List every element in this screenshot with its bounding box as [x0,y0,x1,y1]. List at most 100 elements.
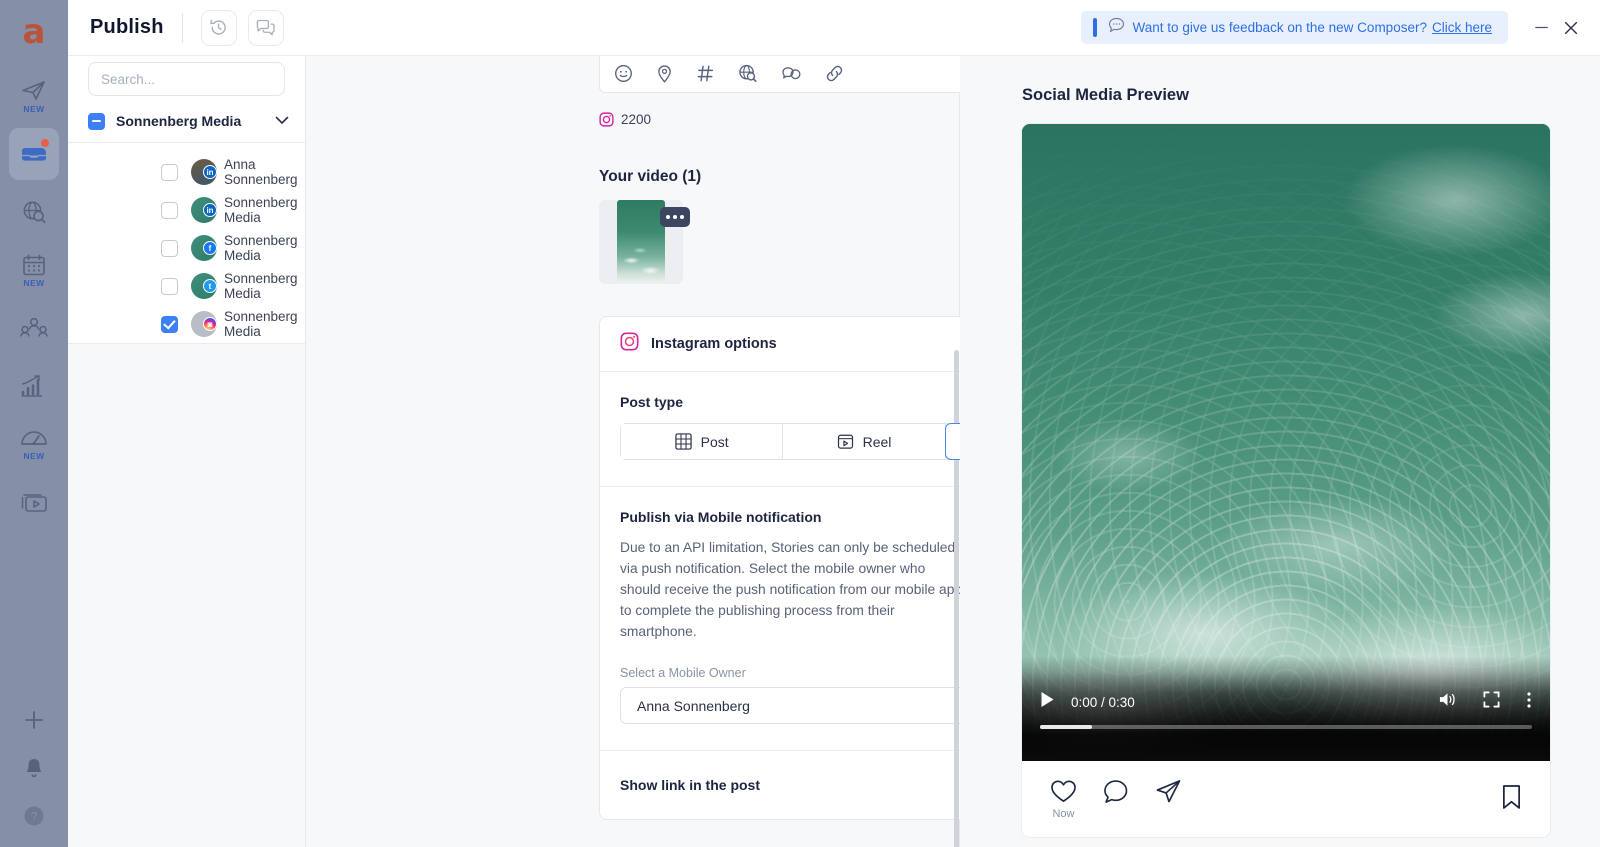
preview-actions-left: Now [1050,779,1182,820]
composer-scrollbar[interactable] [952,114,960,847]
rail-item-publish[interactable]: NEW [9,70,59,122]
list-item[interactable]: in Anna Sonnenberg [68,153,305,191]
comment-icon[interactable] [1103,779,1129,804]
post-type-post[interactable]: Post [621,424,784,459]
rail-badge-new: NEW [23,277,45,288]
svg-text:?: ? [31,810,38,824]
grid-icon [674,433,692,450]
media-library-icon [21,494,47,512]
post-type-section: Post type Post Reel [600,372,960,486]
profile-checkbox[interactable] [161,201,178,219]
profile-name: Anna Sonnenberg [224,157,298,187]
bookmark-icon[interactable] [1501,784,1522,815]
rail-bottom-items: ? [0,703,68,847]
video-thumbnail[interactable] [599,200,690,284]
rail-badge-new: NEW [23,103,45,114]
profile-checkbox[interactable] [161,277,178,295]
feedback-accent-bar [1092,18,1097,37]
close-button[interactable] [1556,13,1586,43]
minimize-icon [1534,26,1548,29]
profiles-search-box[interactable] [88,62,285,96]
video-progress-fill [1040,725,1092,729]
instagram-options-header[interactable]: Instagram options [600,317,960,371]
help-question-icon: ? [24,806,44,826]
profile-name: Sonnenberg Media [224,195,298,225]
list-item[interactable]: in Sonnenberg Media [68,191,305,229]
composer-meta-row: 2200 This is a draft [599,104,960,134]
group-expand-button[interactable] [275,112,289,130]
video-controls: 0:00 / 0:30 [1022,689,1550,715]
profile-group-sonnenberg-media[interactable]: Sonnenberg Media [68,108,305,142]
fullscreen-icon[interactable] [1483,691,1500,713]
social-profiles-sidebar: Social Profiles Sonnenberg Media [68,0,306,847]
video-progress-bar[interactable] [1040,725,1532,729]
inbox-unread-dot [41,139,49,147]
profile-name: Sonnenberg Media [224,233,298,263]
mobile-owner-value: Anna Sonnenberg [637,697,750,714]
rail-item-influencers[interactable] [9,302,59,354]
profile-checkbox[interactable] [161,315,178,333]
profile-checkbox[interactable] [161,163,178,181]
profile-checkbox[interactable] [161,239,178,257]
heart-icon[interactable]: Now [1050,779,1077,820]
search-input[interactable] [101,71,278,87]
linkedin-badge-icon: in [203,165,217,179]
rail-item-listening[interactable] [9,186,59,238]
minimize-button[interactable] [1526,13,1556,43]
volume-icon[interactable] [1438,691,1457,713]
comments-button[interactable] [247,9,284,46]
sidebar-empty-space [68,343,305,847]
globe-search-icon[interactable] [738,64,758,83]
more-options-icon[interactable] [660,207,690,227]
preview-actions-bar: Now [1022,761,1550,837]
location-pin-icon[interactable] [656,64,673,84]
post-type-story[interactable]: Story [944,423,960,460]
toolbar-divider [181,12,183,43]
rail-item-notifications[interactable] [9,751,59,785]
linkedin-badge-icon: in [203,203,217,217]
composer-scroll-area: 2200 This is a draft Your video (1) [306,55,960,847]
post-history-button[interactable] [200,9,237,46]
group-checkbox[interactable] [88,112,105,130]
facebook-badge-icon: f [203,241,217,255]
show-link-label: Show link in the post [620,777,760,793]
rail-item-media-library[interactable] [9,476,59,528]
speech-bubbles-icon[interactable] [781,65,802,82]
publish-composer-app: a NEW NEW NEW ? Search... Sonnenberg Med… [0,0,1600,847]
rail-item-inbox[interactable] [9,128,59,180]
list-item[interactable]: t Sonnenberg Media [68,267,305,305]
rail-item-help[interactable]: ? [9,799,59,833]
twitter-badge-icon: t [203,279,217,293]
rail-items: NEW NEW NEW [0,70,68,534]
preview-timestamp: Now [1052,807,1075,820]
post-type-reel[interactable]: Reel [783,424,946,459]
mobile-owner-label: Select a Mobile Owner [620,666,746,680]
notifications-bell-icon [26,759,42,778]
search-wrapper [68,56,305,108]
feedback-banner[interactable]: Want to give us feedback on the new Comp… [1080,11,1508,44]
play-icon[interactable] [1040,691,1055,713]
rail-item-analytics[interactable] [9,360,59,412]
emoji-smiley-icon[interactable] [614,64,633,83]
show-link-row: Show link in the post [600,751,960,819]
post-type-label: Post type [620,394,684,410]
rail-item-calendar[interactable]: NEW [9,244,59,296]
list-item[interactable]: f Sonnenberg Media [68,229,305,267]
link-chain-icon[interactable] [825,64,844,83]
mobile-owner-select[interactable]: Anna Sonnenberg [620,687,960,724]
feedback-link[interactable]: Click here [1432,20,1492,35]
preview-video[interactable]: 0:00 / 0:30 [1022,124,1550,761]
social-media-preview-panel: Social Media Preview 0:00 / 0:30 Now [960,0,1600,847]
logo-letter: a [22,12,46,52]
hashtag-icon[interactable] [696,64,715,83]
app-logo[interactable]: a [0,4,68,60]
list-item[interactable]: ◙ Sonnenberg Media [68,305,305,343]
send-paper-plane-icon[interactable] [1155,779,1182,804]
benchmarks-gauge-icon [21,430,47,445]
character-count: 2200 [621,111,652,127]
kebab-menu-icon[interactable] [1526,691,1532,714]
listening-globe-icon [23,201,46,223]
composer-column: 2200 This is a draft Your video (1) [599,55,960,820]
rail-item-benchmarks[interactable]: NEW [9,418,59,470]
rail-item-add[interactable] [9,703,59,737]
